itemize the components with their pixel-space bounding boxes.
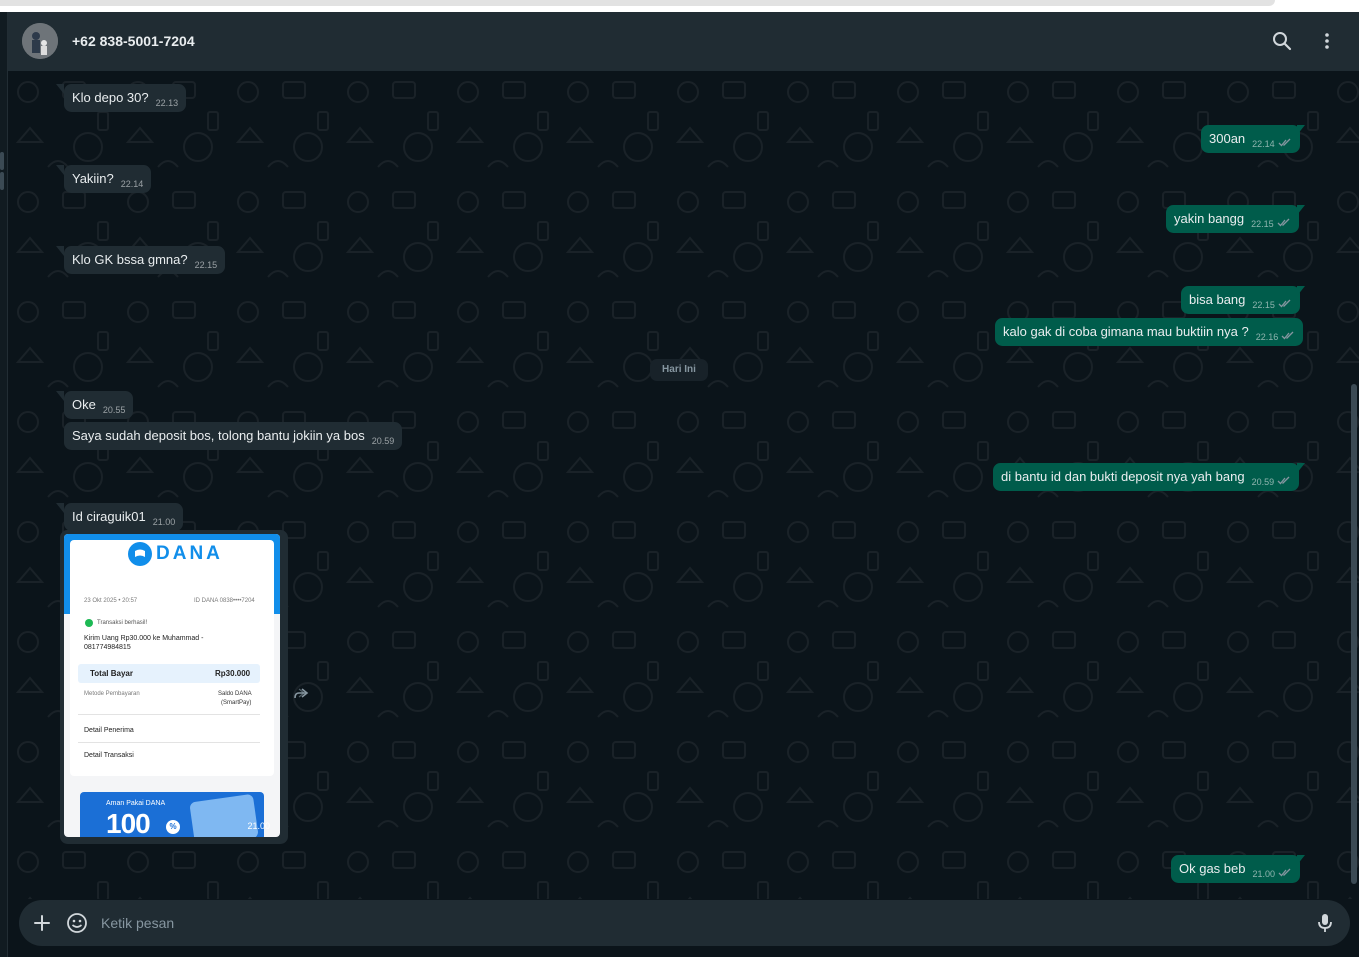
bubble-tail [1297,205,1305,215]
promo-text: Aman Pakai DANA [106,800,166,807]
message-text: Klo depo 30? [72,90,149,105]
receipt-id: ID DANA 0838••••7204 [194,598,255,604]
detail-recipient: Detail Penerima [84,727,134,734]
dana-logo-text: DANA [156,543,223,564]
bubble-tail [1297,286,1305,296]
message-time: 20.55 [102,405,126,415]
message-incoming[interactable]: Oke 20.55 [64,391,134,419]
message-outgoing[interactable]: Ok gas beb 21.00 [1171,855,1301,883]
message-time: 20.59 [1251,477,1275,487]
method-label: Metode Pembayaran [84,691,140,697]
bubble-tail [56,503,64,513]
read-receipt-icon [1277,209,1291,237]
receipt-date: 23 Okt 2025 • 20:57 [84,598,138,604]
message-time: 20.59 [371,436,395,446]
message-incoming[interactable]: Yakiin? 22.14 [64,165,152,193]
menu-dots-icon[interactable] [1315,29,1339,53]
message-text: Id ciraguik01 [72,509,146,524]
divider [78,714,260,715]
plus-icon[interactable] [30,911,54,935]
read-receipt-icon [1281,322,1295,350]
message-text: Saya sudah deposit bos, tolong bantu jok… [72,428,365,443]
message-time: 22.15 [194,260,218,270]
message-text: bisa bang [1189,292,1246,307]
receipt-image[interactable]: DANA 23 Okt 2025 • 20:57 ID DANA 0838•••… [64,534,280,837]
message-incoming[interactable]: Klo depo 30? 22.13 [64,84,187,112]
message-incoming[interactable]: Id ciraguik01 21.00 [64,503,184,531]
composer-area [8,899,1359,959]
contact-avatar[interactable] [22,23,58,59]
message-text: Oke [72,397,96,412]
message-text: Yakiin? [72,171,114,186]
bubble-tail [1297,855,1305,865]
total-label: Total Bayar [90,669,133,678]
message-text: Ok gas beb [1179,861,1246,876]
microphone-icon[interactable] [1313,911,1337,935]
bubble-tail [1297,463,1305,473]
image-time: 21.00 [247,821,270,831]
resize-handle[interactable] [0,152,4,170]
bubble-tail [56,391,64,401]
divider [78,742,260,743]
message-outgoing[interactable]: 300an 22.14 [1201,125,1300,153]
search-icon[interactable] [1270,29,1294,53]
message-time: 22.14 [120,179,144,189]
read-receipt-icon [1278,129,1292,157]
day-separator: Hari Ini [650,359,708,381]
method-value: Saldo DANA [218,691,252,697]
message-time: 21.00 [1252,869,1276,879]
sidebar-edge [0,12,8,959]
receipt-status: Transaksi berhasil! [97,620,148,626]
read-receipt-icon [1278,859,1292,887]
promo-banner: Aman Pakai DANA 100 % [80,792,264,837]
success-check-icon [85,619,93,627]
read-receipt-icon [1278,290,1292,318]
sticker-icon[interactable] [65,911,89,935]
message-text: yakin bangg [1174,211,1245,226]
message-text: kalo gak di coba gimana mau buktiin nya … [1003,324,1249,339]
message-text: Klo GK bssa gmna? [72,252,188,267]
message-outgoing[interactable]: di bantu id dan bukti deposit nya yah ba… [993,463,1300,491]
message-input[interactable] [101,900,1281,946]
dana-logo-icon [128,542,152,566]
browser-scroll-indicator [0,0,1275,6]
chat-header: +62 838-5001-7204 [8,12,1359,71]
forward-icon[interactable] [292,687,312,703]
message-incoming[interactable]: Klo GK bssa gmna? 22.15 [64,246,226,274]
resize-handle-2[interactable] [0,172,4,190]
promo-percent: % [166,820,180,834]
message-incoming[interactable]: Saya sudah deposit bos, tolong bantu jok… [64,422,403,450]
message-text: 300an [1209,131,1246,146]
receipt-card [70,540,274,776]
read-receipt-icon [1277,467,1291,495]
bubble-tail [56,165,64,175]
message-outgoing[interactable]: bisa bang 22.15 [1181,286,1300,314]
message-time: 22.13 [155,98,179,108]
scrollbar-thumb[interactable] [1351,384,1357,884]
image-message[interactable]: DANA 23 Okt 2025 • 20:57 ID DANA 0838•••… [60,530,288,844]
message-outgoing[interactable]: kalo gak di coba gimana mau buktiin nya … [995,318,1304,346]
message-time: 22.14 [1252,139,1275,149]
bubble-tail [56,246,64,256]
bubble-tail [56,84,64,94]
chat-scrollbar[interactable] [1349,71,1359,891]
bubble-tail [1297,125,1305,135]
chat-window: +62 838-5001-7204 Klo depo 30? 22.13 300… [0,12,1359,959]
dana-logo: DANA [128,542,223,566]
message-time: 22.15 [1252,300,1275,310]
contact-name[interactable]: +62 838-5001-7204 [72,33,195,49]
message-composer [19,900,1350,946]
message-time: 22.16 [1255,332,1279,342]
message-text: di bantu id dan bukti deposit nya yah ba… [1001,469,1245,484]
detail-transaction: Detail Transaksi [84,752,134,759]
message-outgoing[interactable]: yakin bangg 22.15 [1166,205,1299,233]
browser-top-strip [0,0,1359,12]
promo-number: 100 [106,808,151,837]
message-time: 22.15 [1251,219,1274,229]
total-value: Rp30.000 [215,669,251,678]
receipt-description: Kirim Uang Rp30.000 ke Muhammad - 081774… [84,635,204,651]
method-value-sub: (SmartPay) [221,700,252,706]
